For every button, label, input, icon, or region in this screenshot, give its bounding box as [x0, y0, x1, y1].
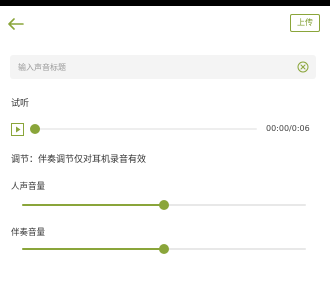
clear-icon[interactable]: [297, 61, 309, 73]
accompaniment-volume-fill: [22, 248, 164, 250]
adjust-note: 调节：伴奏调节仅对耳机录音有效: [11, 155, 147, 165]
preview-time: 00:00/0:06: [266, 124, 310, 133]
vocal-volume-fill: [22, 204, 164, 206]
upload-button[interactable]: 上传: [290, 14, 320, 32]
vocal-volume-label: 人声音量: [11, 182, 46, 192]
play-icon[interactable]: [11, 123, 24, 136]
title-field: [10, 55, 316, 79]
preview-progress-thumb[interactable]: [30, 124, 40, 134]
preview-progress-track[interactable]: [35, 128, 257, 130]
accompaniment-volume-thumb[interactable]: [159, 244, 169, 254]
title-input[interactable]: [18, 55, 288, 79]
vocal-volume-thumb[interactable]: [159, 200, 169, 210]
accompaniment-volume-label: 伴奏音量: [11, 228, 46, 238]
status-bar: [0, 0, 330, 6]
back-arrow-icon[interactable]: [6, 16, 24, 30]
preview-label: 试听: [11, 99, 30, 109]
